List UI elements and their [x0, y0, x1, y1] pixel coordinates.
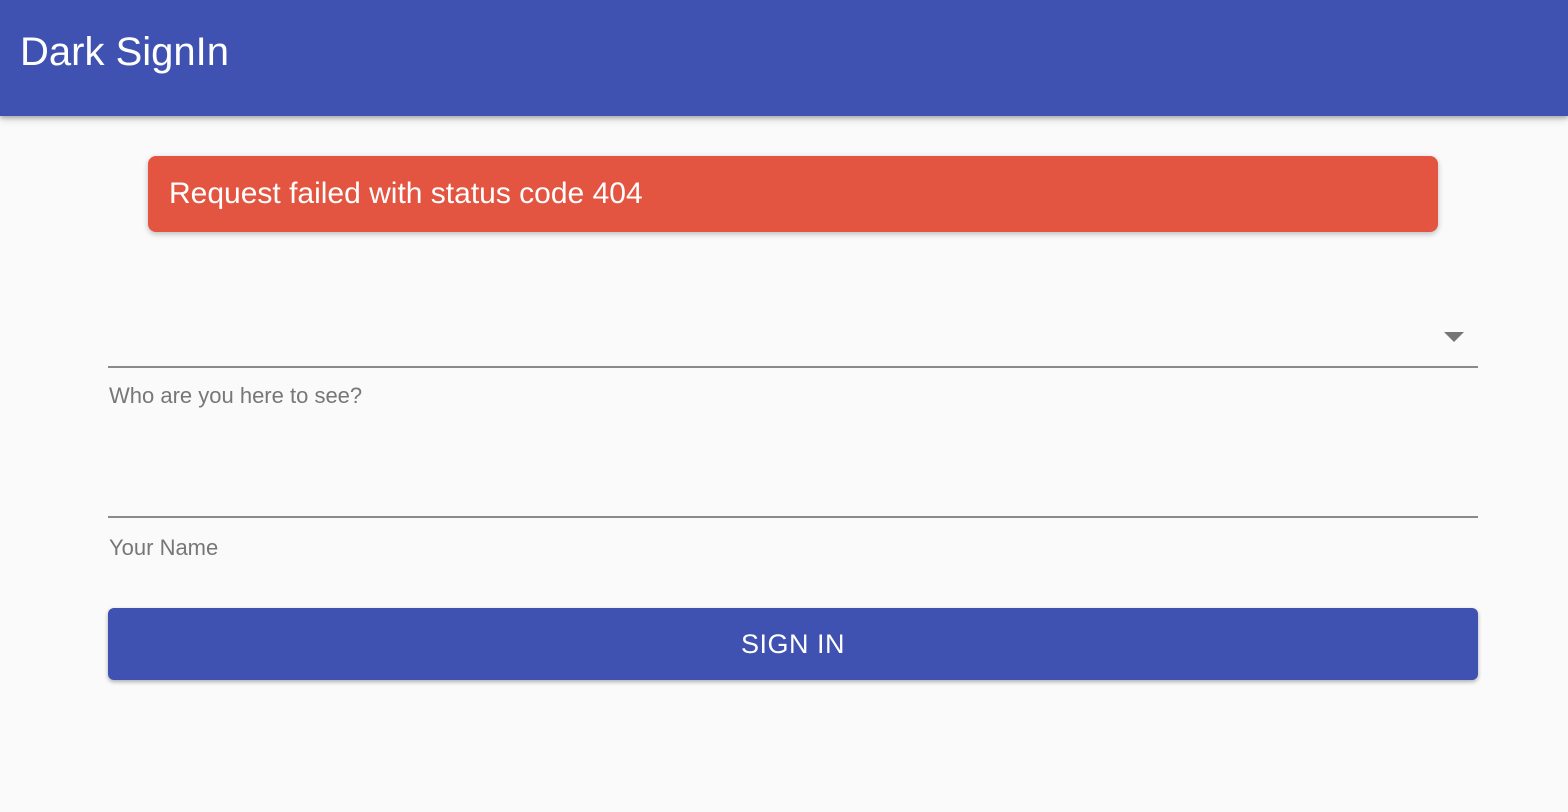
- sign-in-button[interactable]: SIGN IN: [108, 608, 1478, 680]
- error-alert: Request failed with status code 404: [148, 156, 1438, 232]
- app-title: Dark SignIn: [20, 30, 229, 74]
- host-select[interactable]: [108, 296, 1478, 368]
- host-select-label: Who are you here to see?: [109, 383, 363, 408]
- arrow-drop-down-icon[interactable]: [1444, 332, 1464, 342]
- app-bar: Dark SignIn: [0, 0, 1568, 116]
- name-input[interactable]: [108, 448, 1478, 518]
- name-input-label: Your Name: [109, 535, 219, 560]
- error-message: Request failed with status code 404: [169, 177, 643, 210]
